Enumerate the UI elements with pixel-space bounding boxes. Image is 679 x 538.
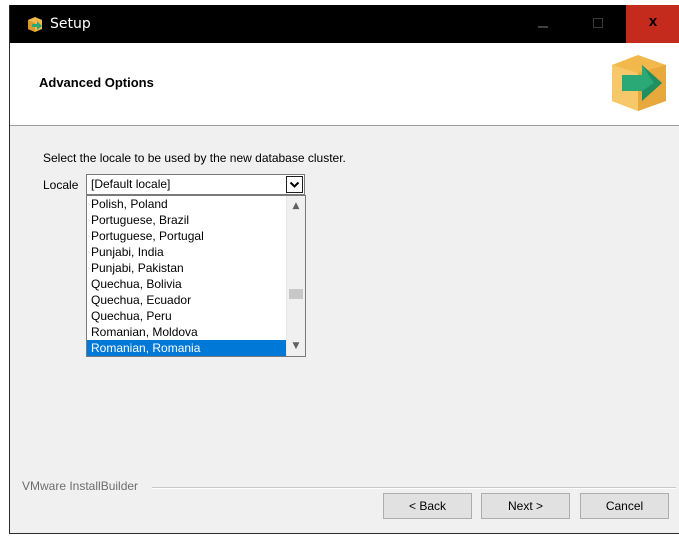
minimize-icon [538,26,548,28]
dropdown-item[interactable]: Portuguese, Brazil [87,212,287,228]
locale-select[interactable]: [Default locale] [86,174,305,195]
title-bar[interactable]: Setup x [10,5,679,43]
dropdown-items: Polish, Poland Portuguese, Brazil Portugue… [87,196,287,356]
dropdown-item[interactable]: Polish, Poland [87,196,287,212]
dropdown-item[interactable]: Punjabi, India [87,244,287,260]
scroll-up-arrow-icon[interactable]: ▲ [287,198,305,214]
scroll-down-arrow-icon[interactable]: ▼ [287,338,305,354]
window-title: Setup [50,16,91,32]
maximize-button[interactable] [573,5,623,43]
minimize-button[interactable] [518,5,568,43]
instruction-text: Select the locale to be used by the new … [43,151,346,165]
scrollbar-thumb[interactable] [289,289,303,299]
page-title: Advanced Options [39,75,154,90]
locale-dropdown-list[interactable]: Polish, Poland Portuguese, Brazil Portugue… [86,195,306,357]
dropdown-item[interactable]: Quechua, Bolivia [87,276,287,292]
installbuilder-brand: VMware InstallBuilder [22,479,139,493]
dropdown-scrollbar[interactable]: ▲ ▼ [286,196,305,356]
dropdown-item[interactable]: Romanian, Romania [87,340,287,356]
footer-divider [152,487,676,489]
dropdown-item[interactable]: Quechua, Peru [87,308,287,324]
next-button[interactable]: Next > [481,493,570,519]
locale-select-value: [Default locale] [91,177,171,191]
installer-box-arrow-icon [612,55,666,111]
close-button[interactable]: x [626,5,679,43]
close-icon: x [648,13,658,30]
back-button[interactable]: < Back [383,493,472,519]
cancel-button[interactable]: Cancel [580,493,669,519]
page-header: Advanced Options [10,43,679,126]
locale-label: Locale [43,178,79,192]
dropdown-item[interactable]: Quechua, Ecuador [87,292,287,308]
chevron-down-icon [289,181,300,188]
locale-dropdown-button[interactable] [286,176,303,193]
setup-box-icon [28,17,42,32]
dropdown-item[interactable]: Romanian, Moldova [87,324,287,340]
dropdown-item[interactable]: Portuguese, Portugal [87,228,287,244]
dropdown-item[interactable]: Punjabi, Pakistan [87,260,287,276]
maximize-icon [593,18,603,28]
setup-window: Setup x Advanced Options Select the loca… [9,5,679,534]
